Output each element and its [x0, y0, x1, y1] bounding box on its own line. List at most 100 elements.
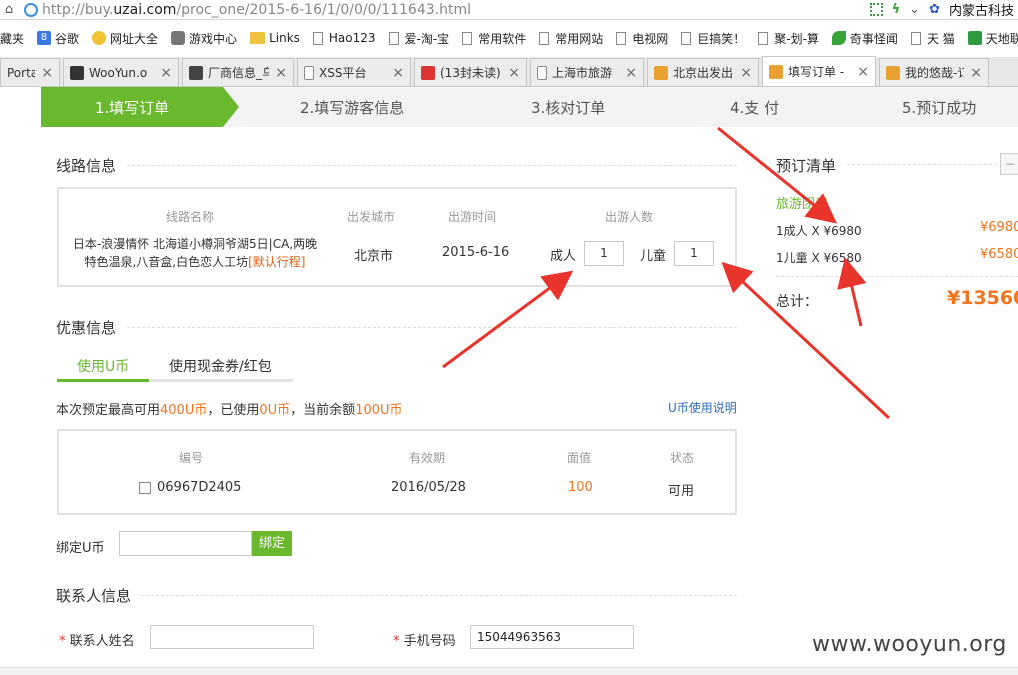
browser-tab[interactable]: 填写订单 - × [762, 56, 876, 86]
tab-coupon[interactable]: 使用现金券/红包 [169, 356, 272, 376]
bookmark-item[interactable]: 天地联盟 [967, 30, 1018, 47]
fee-category: 旅游团费 [776, 197, 829, 212]
page-icon [304, 65, 314, 80]
discount-section-title: 优惠信息 [56, 319, 117, 337]
bookmark-item[interactable]: 网址大全 [92, 30, 158, 47]
site-label[interactable]: 内蒙古科技 [949, 0, 1014, 19]
departure-city-header: 出发城市 [347, 210, 396, 224]
chevron-down-icon[interactable]: ⌄ [909, 2, 920, 17]
qr-code-icon[interactable] [869, 3, 883, 16]
tab-favicon-icon [769, 64, 783, 79]
page-icon [462, 31, 473, 45]
bind-button[interactable]: 绑定 [252, 531, 292, 556]
divider [847, 164, 997, 165]
active-tab-indicator [57, 379, 149, 382]
close-icon[interactable]: × [508, 65, 520, 81]
divider [127, 165, 737, 166]
collapse-icon[interactable]: − [1000, 153, 1018, 175]
bookmark-item[interactable]: 爱-淘-宝 [388, 30, 449, 47]
coupon-checkbox[interactable] [139, 481, 151, 494]
contact-name-input[interactable] [150, 625, 314, 649]
coupon-value: 100 [568, 480, 593, 495]
expiry-header: 有效期 [409, 451, 446, 465]
url-field[interactable]: http://buy.uzai.com/proc_one/2015-6-16/1… [42, 2, 870, 18]
close-icon[interactable]: × [740, 65, 752, 81]
order-steps: 1.填写订单 2.填写游客信息 3.核对订单 4.支 付 5.预订成功 [41, 87, 1018, 127]
bookmark-item[interactable]: 电视网 [616, 30, 668, 47]
ucoin-note: 本次预定最高可用400U币，已使用0U币，当前余额100U币 [56, 403, 403, 418]
address-bar: ⌂ http://buy.uzai.com/proc_one/2015-6-16… [0, 0, 1018, 20]
order-summary: 预订清单 − 旅游团费 1成人 X ¥6980 ¥6980 1儿童 X ¥658… [762, 137, 1018, 328]
phone-label: * 手机号码 [393, 634, 456, 649]
ucoin-table: 编号 有效期 面值 状态 06967D2405 2016/05/28 100 可… [57, 429, 737, 515]
tab-label: 厂商信息_乌 [208, 66, 270, 80]
bookmark-label: 天地联盟 [985, 31, 1018, 46]
bookmark-item[interactable]: 8 谷歌 [37, 30, 79, 47]
bookmark-item[interactable]: Links [250, 31, 300, 45]
close-icon[interactable]: × [625, 65, 637, 81]
order-form: 线路信息 线路名称 出发城市 出游时间 出游人数 日本-浪漫情怀 北海道小樽洞爷… [41, 137, 753, 675]
bookmark-item[interactable]: 聚-划-算 [758, 30, 819, 47]
summary-title: 预订清单 [776, 157, 837, 175]
bookmark-item[interactable]: 常用软件 [462, 30, 526, 47]
coupon-status: 可用 [668, 484, 695, 499]
g-icon: 8 [37, 31, 52, 45]
tab-ucoin[interactable]: 使用U币 [77, 356, 129, 376]
bookmark-item[interactable]: 常用网站 [539, 30, 603, 47]
divider [127, 327, 737, 328]
browser-tab[interactable]: 厂商信息_乌 × [182, 58, 294, 86]
tab-strip: Portal×WooYun.o×厂商信息_乌×XSS平台×(13封未读)×上海市… [0, 56, 1018, 87]
bookmark-label: 电视网 [632, 31, 669, 46]
browser-tab[interactable]: WooYun.o × [63, 58, 179, 86]
tab-label: Portal [7, 65, 35, 80]
departure-city: 北京市 [354, 249, 394, 264]
folder-icon [250, 32, 266, 44]
bookmark-label: 天 猫 [926, 31, 955, 46]
bookmark-item[interactable]: Hao123 [312, 31, 376, 45]
globe-icon [92, 31, 107, 45]
bind-ucoin-label: 绑定U币 [56, 541, 105, 556]
default-itinerary-link[interactable]: [默认行程] [248, 255, 305, 269]
route-table: 线路名称 出发城市 出游时间 出游人数 日本-浪漫情怀 北海道小樽洞爷湖5日|C… [57, 187, 737, 287]
browser-tab[interactable]: (13封未读) × [414, 58, 527, 86]
coupon-code: 06967D2405 [157, 480, 242, 495]
total-value: ¥13560 [947, 287, 1018, 309]
page-icon [388, 31, 399, 45]
page-icon [616, 31, 627, 45]
close-icon[interactable]: × [41, 65, 53, 81]
tab-favicon-icon [421, 65, 435, 80]
step-3: 3.核对订单 [531, 99, 606, 117]
paw-icon[interactable]: ✿ [929, 2, 940, 17]
browser-tab[interactable]: 上海市旅游 × [530, 58, 644, 86]
globe-icon [24, 2, 38, 17]
close-icon[interactable]: × [857, 64, 869, 80]
adult-count-input[interactable]: 1 [584, 241, 624, 266]
close-icon[interactable]: × [275, 65, 287, 81]
browser-tab[interactable]: 我的悠哉-订 × [879, 58, 989, 86]
browser-tab[interactable]: XSS平台 × [297, 58, 411, 86]
status-bar [0, 667, 1018, 675]
bookmark-item[interactable]: 游戏中心 [171, 30, 237, 47]
ucoin-help-link[interactable]: U币使用说明 [668, 399, 737, 416]
step-4: 4.支 付 [730, 99, 780, 117]
bookmark-item[interactable]: 奇事怪闻 [831, 30, 898, 47]
home-icon[interactable]: ⌂ [0, 2, 18, 17]
bookmark-item[interactable]: 巨搞笑！ [681, 30, 745, 47]
step-5: 5.预订成功 [902, 99, 977, 117]
browser-tab[interactable]: Portal × [0, 58, 60, 86]
bookmark-item[interactable]: 天 猫 [910, 30, 955, 47]
discount-tabs: 使用U币 使用现金券/红包 [57, 350, 293, 382]
child-fee-price: ¥6580 [980, 247, 1018, 262]
tab-label: 我的悠哉-订 [905, 66, 965, 80]
close-icon[interactable]: × [160, 65, 172, 81]
close-icon[interactable]: × [970, 65, 982, 81]
lightning-icon[interactable]: ϟ [892, 2, 901, 17]
bind-ucoin-input[interactable] [119, 531, 252, 556]
close-icon[interactable]: × [392, 65, 404, 81]
bookmark-label: 常用软件 [478, 31, 527, 46]
bookmark-item[interactable]: 藏夹 [0, 30, 24, 47]
phone-input[interactable]: 15044963563 [470, 625, 634, 649]
bookmark-label: Hao123 [328, 31, 376, 45]
child-count-input[interactable]: 1 [674, 241, 714, 266]
browser-tab[interactable]: 北京出发出 × [647, 58, 759, 86]
